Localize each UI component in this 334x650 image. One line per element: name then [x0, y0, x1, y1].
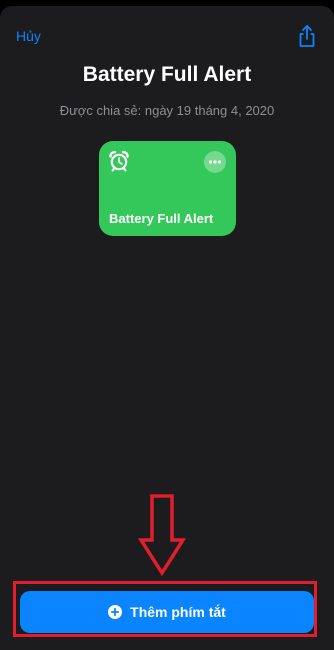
- add-button-label: Thêm phím tắt: [130, 604, 226, 620]
- alarm-clock-icon: [108, 150, 130, 172]
- plus-circle-icon: [108, 605, 123, 619]
- more-options-button[interactable]: [204, 151, 226, 173]
- cancel-link[interactable]: Hủy: [16, 28, 41, 44]
- ellipsis-icon: [208, 160, 222, 164]
- share-icon[interactable]: [297, 24, 317, 48]
- shortcut-tile[interactable]: Battery Full Alert: [99, 141, 236, 236]
- tile-label: Battery Full Alert: [109, 211, 214, 226]
- down-arrow-icon: [138, 494, 186, 576]
- shared-date: Được chia sẻ: ngày 19 tháng 4, 2020: [59, 103, 275, 118]
- page-title: Battery Full Alert: [82, 63, 252, 86]
- add-shortcut-button[interactable]: Thêm phím tắt: [20, 591, 314, 633]
